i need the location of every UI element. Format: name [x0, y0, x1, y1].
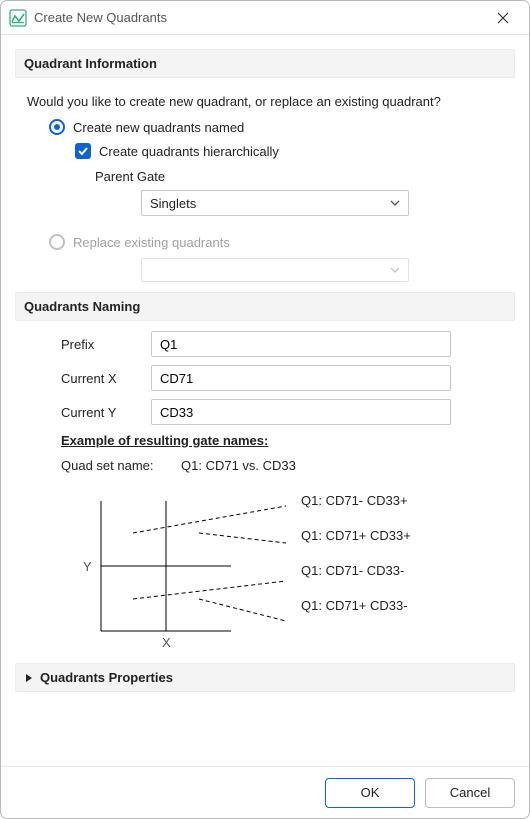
quadset-value: Q1: CD71 vs. CD33 — [181, 458, 296, 473]
current-y-label: Current Y — [61, 405, 151, 420]
question-text: Would you like to create new quadrant, o… — [27, 94, 507, 109]
prefix-label: Prefix — [61, 337, 151, 352]
section-quadrants-naming-body: Prefix Current X Current Y Example of re… — [15, 321, 515, 657]
replace-select — [141, 258, 409, 282]
cancel-label: Cancel — [450, 785, 490, 800]
example-area: Quad set name: Q1: CD71 vs. CD33 — [61, 458, 507, 651]
quadrant-diagram: Y X — [61, 481, 291, 651]
checkbox-checked-icon — [75, 143, 91, 159]
close-icon — [497, 12, 509, 24]
axis-y-label: Y — [83, 559, 92, 574]
current-x-input[interactable] — [151, 365, 451, 391]
parent-gate-select[interactable]: Singlets — [141, 190, 409, 216]
app-icon — [9, 9, 27, 27]
radio-unselected-icon — [49, 234, 65, 250]
dialog-footer: OK Cancel — [1, 766, 529, 818]
checkbox-hierarchical[interactable]: Create quadrants hierarchically — [75, 143, 507, 159]
quadrants-properties-label: Quadrants Properties — [40, 670, 173, 685]
arrow-right-icon — [24, 673, 34, 683]
chevron-down-icon — [388, 263, 402, 277]
current-x-label: Current X — [61, 371, 151, 386]
example-header: Example of resulting gate names: — [61, 433, 507, 448]
ok-button[interactable]: OK — [325, 778, 415, 808]
radio-selected-icon — [49, 119, 65, 135]
dialog-content: Quadrant Information Would you like to c… — [1, 35, 529, 766]
parent-gate-label: Parent Gate — [95, 169, 507, 184]
radio-create-new[interactable]: Create new quadrants named — [49, 119, 507, 135]
section-quadrant-information-body: Would you like to create new quadrant, o… — [15, 78, 515, 288]
quad-name-upper-left: Q1: CD71- CD33+ — [301, 493, 411, 508]
prefix-input[interactable] — [151, 331, 451, 357]
section-quadrants-properties[interactable]: Quadrants Properties — [15, 663, 515, 692]
current-y-input[interactable] — [151, 399, 451, 425]
radio-replace-label: Replace existing quadrants — [73, 235, 230, 250]
radio-create-label: Create new quadrants named — [73, 120, 244, 135]
axis-x-label: X — [162, 635, 171, 650]
section-quadrants-naming-header: Quadrants Naming — [15, 292, 515, 321]
quad-name-lower-left: Q1: CD71- CD33- — [301, 563, 411, 578]
chevron-down-icon — [388, 196, 402, 210]
parent-gate-value: Singlets — [150, 196, 196, 211]
window-title: Create New Quadrants — [34, 10, 167, 25]
radio-replace-existing: Replace existing quadrants — [49, 234, 507, 250]
ok-label: OK — [361, 785, 380, 800]
dialog-window: Create New Quadrants Quadrant Informatio… — [0, 0, 530, 819]
title-bar: Create New Quadrants — [1, 1, 529, 35]
quadset-label: Quad set name: — [61, 458, 181, 473]
section-quadrant-information-header: Quadrant Information — [15, 49, 515, 78]
quad-name-upper-right: Q1: CD71+ CD33+ — [301, 528, 411, 543]
quad-name-lower-right: Q1: CD71+ CD33- — [301, 598, 411, 613]
cancel-button[interactable]: Cancel — [425, 778, 515, 808]
close-button[interactable] — [485, 4, 521, 32]
checkbox-hier-label: Create quadrants hierarchically — [99, 144, 279, 159]
